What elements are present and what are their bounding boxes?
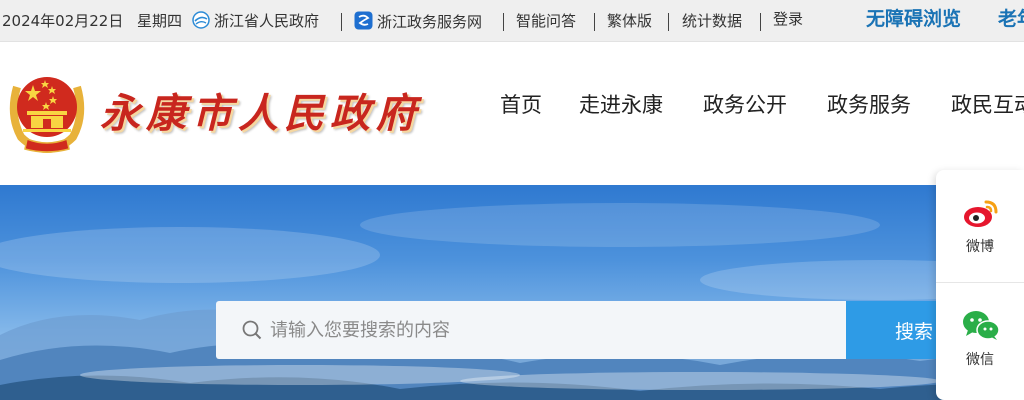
search-input[interactable] — [270, 313, 830, 347]
weibo-link[interactable]: 微博 — [936, 170, 1024, 280]
nav-gov-services[interactable]: 政务服务 — [827, 89, 911, 119]
provincial-gov-link[interactable]: 浙江省人民政府 — [192, 11, 319, 34]
login-link[interactable]: 登录 — [773, 9, 803, 29]
current-weekday: 星期四 — [137, 12, 183, 30]
divider — [760, 13, 761, 31]
weibo-label: 微博 — [966, 239, 994, 255]
statistics-link[interactable]: 统计数据 — [682, 11, 742, 31]
weibo-icon — [962, 198, 1000, 232]
divider — [668, 13, 669, 31]
nav-gov-affairs-public[interactable]: 政务公开 — [703, 89, 787, 119]
wechat-icon — [962, 309, 1000, 345]
site-title[interactable]: 永康市人民政府 — [100, 81, 422, 139]
wechat-link[interactable]: 微信 — [936, 283, 1024, 393]
elderly-mode-link[interactable]: 老年 — [998, 9, 1024, 29]
provincial-gov-label: 浙江省人民政府 — [214, 12, 320, 30]
gov-service-link[interactable]: 浙江政务服务网 — [354, 11, 482, 35]
province-globe-icon — [192, 11, 210, 34]
wechat-label: 微信 — [966, 352, 994, 368]
landscape-background — [0, 203, 1024, 400]
gov-service-label: 浙江政务服务网 — [377, 13, 483, 31]
search-box — [216, 301, 846, 359]
service-network-icon — [354, 11, 373, 35]
divider — [503, 13, 504, 31]
top-utility-bar: 2024年02月22日 星期四 浙江省人民政府 浙江政务服务网 智能问答 繁体版… — [0, 0, 1024, 42]
smart-qa-link[interactable]: 智能问答 — [516, 11, 576, 31]
current-date: 2024年02月22日 — [2, 12, 124, 30]
nav-about-yongkang[interactable]: 走进永康 — [579, 89, 663, 119]
divider — [341, 13, 342, 31]
nav-citizen-interaction[interactable]: 政民互动 — [951, 89, 1024, 119]
hero-banner: 搜索 — [0, 185, 1024, 400]
nav-home[interactable]: 首页 — [500, 89, 542, 119]
social-side-panel: 微博 微信 — [936, 170, 1024, 400]
divider — [594, 13, 595, 31]
national-emblem[interactable] — [7, 65, 87, 154]
traditional-chinese-link[interactable]: 繁体版 — [607, 11, 652, 31]
site-header: 永康市人民政府 首页 走进永康 政务公开 政务服务 政民互动 — [0, 43, 1024, 185]
accessibility-link[interactable]: 无障碍浏览 — [866, 9, 961, 29]
